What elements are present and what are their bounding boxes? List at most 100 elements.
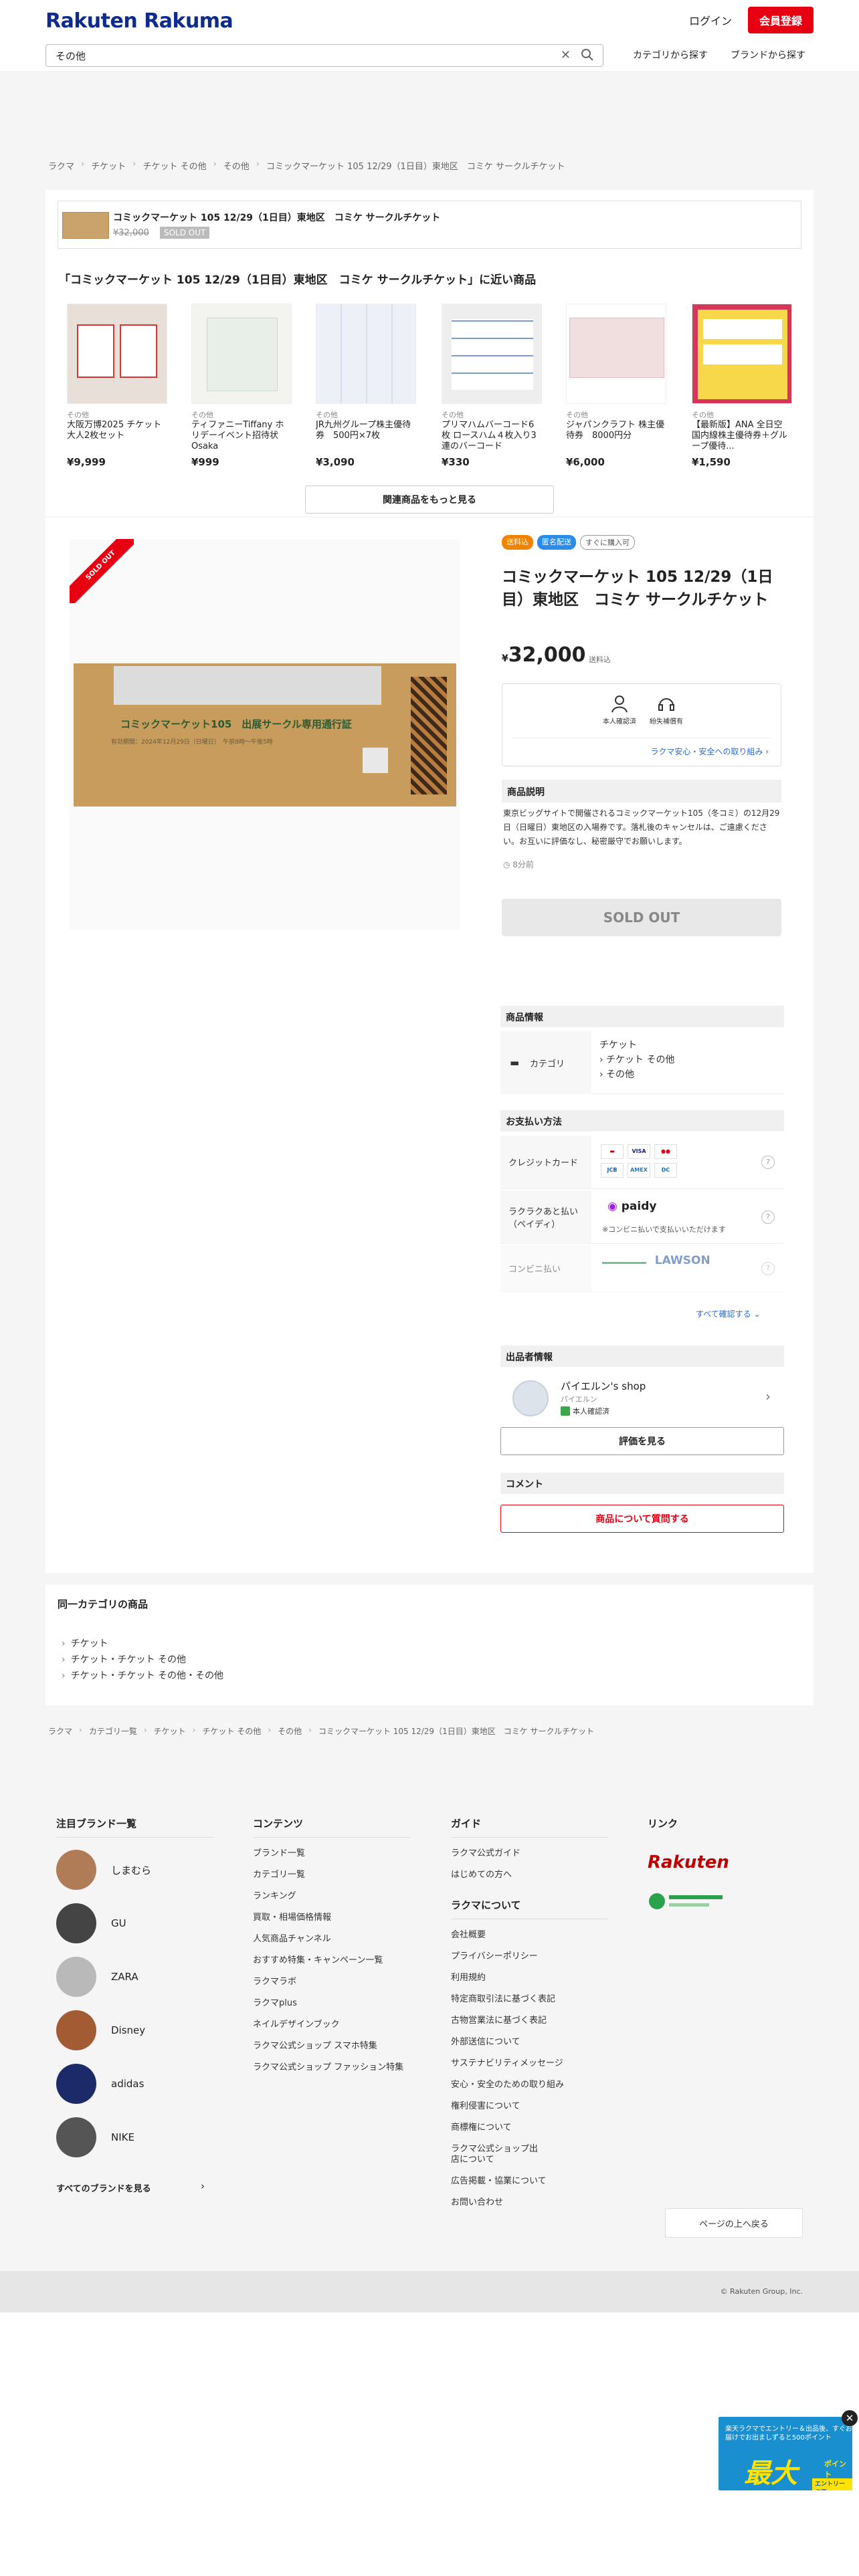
similar-item-name: 【最新版】ANA 全日空 国内線株主優待券＋グループ優待... [692, 420, 791, 451]
help-icon[interactable]: ? [761, 1155, 775, 1169]
seller-verified: 本人確認済 [561, 1406, 609, 1416]
similar-item[interactable]: その他 プリマハムバーコード6枚 ロースハム４枚入り3連のバーコード ¥330 [442, 304, 542, 468]
see-all-payments-link[interactable]: すべて確認する ⌄ [696, 1308, 761, 1319]
breadcrumb-item[interactable]: その他 [223, 159, 250, 172]
category-values: チケット › チケット その他 › その他 [599, 1038, 675, 1082]
footer-link[interactable]: ラクマ公式ショップ出店について [451, 2144, 538, 2165]
breadcrumb-item[interactable]: ラクマ [48, 159, 74, 172]
breadcrumb-item[interactable]: チケット その他 [142, 159, 206, 172]
breadcrumb-item[interactable]: チケット [91, 159, 126, 172]
footer-link[interactable]: サステナビリティメッセージ [451, 2058, 609, 2069]
footer-link[interactable]: 安心・安全のための取り組み [451, 2080, 609, 2090]
category-link[interactable]: › チケット その他 [599, 1055, 675, 1065]
trust-badge-icon[interactable] [648, 1890, 727, 1913]
rakuma-logo[interactable]: Rakuten Rakuma [45, 9, 233, 33]
similar-item-category: その他 [442, 411, 464, 419]
search-input[interactable]: その他 ✕ [45, 44, 603, 67]
same-category-link[interactable]: チケット・チケット その他・その他 [62, 1668, 223, 1684]
brand-item[interactable]: adidas [56, 2057, 214, 2111]
footer-link[interactable]: お問い合わせ [451, 2197, 609, 2208]
footer-link[interactable]: ラクマ公式ガイド [451, 1848, 609, 1859]
footer-link[interactable]: カテゴリ一覧 [253, 1870, 411, 1881]
footer-link[interactable]: 権利侵害について [451, 2101, 609, 2112]
back-to-top-button[interactable]: ページの上へ戻る [665, 2208, 803, 2238]
footer-link[interactable]: ラクマ公式ショップ ファッション特集 [253, 2062, 411, 2073]
mini-item-bar[interactable]: コミックマーケット 105 12/29（1日目）東地区 コミケ サークルチケット… [58, 201, 801, 249]
seller-avatar [512, 1380, 549, 1416]
footer-link[interactable]: ネイルデザインブック [253, 2020, 411, 2030]
footer-link[interactable]: 外部送信について [451, 2037, 609, 2048]
footer-link[interactable]: おすすめ特集・キャンペーン一覧 [253, 1955, 411, 1966]
similar-item-category: その他 [566, 411, 588, 419]
breadcrumb-item[interactable]: カテゴリ一覧 [89, 1725, 137, 1737]
close-icon[interactable]: ✕ [842, 2410, 858, 2426]
footer-links: リンク [648, 1816, 803, 1837]
footer-link[interactable]: プライバシーポリシー [451, 1951, 609, 1962]
brand-item[interactable]: NIKE [56, 2111, 214, 2164]
login-link[interactable]: ログイン [689, 12, 732, 28]
similar-item[interactable]: その他 ジャパンクラフト 株主優待券 8000円分 ¥6,000 [566, 304, 666, 468]
category-link[interactable]: チケット [599, 1040, 637, 1051]
footer-link[interactable]: ランキング [253, 1891, 411, 1902]
rakuten-logo[interactable]: Rakuten [648, 1852, 729, 1872]
help-icon[interactable]: ? [761, 1261, 775, 1275]
brand-item[interactable]: ZARA [56, 1950, 214, 2004]
similar-item[interactable]: その他 JR九州グループ株主優待券 500円×7枚 ¥3,090 [316, 304, 416, 468]
footer-link[interactable]: ラクマ公式ショップ スマホ特集 [253, 2041, 411, 2052]
footer-heading: ガイド [451, 1816, 609, 1838]
footer-link[interactable]: 買取・相場価格情報 [253, 1913, 411, 1923]
similar-item-price: ¥6,000 [566, 456, 605, 468]
footer-link[interactable]: 広告掲載・協業について [451, 2176, 609, 2187]
same-category-link[interactable]: チケット [62, 1636, 223, 1652]
footer-link[interactable]: ラクマラボ [253, 1977, 411, 1988]
convenience-logos: LAWSON [602, 1249, 710, 1267]
brand-item[interactable]: GU [56, 1897, 214, 1950]
similar-item[interactable]: その他 【最新版】ANA 全日空 国内線株主優待券＋グループ優待... ¥1,5… [692, 304, 792, 468]
all-brands-link[interactable]: すべてのブランドを見る [56, 2181, 151, 2194]
help-icon[interactable]: ? [761, 1210, 775, 1224]
search-icon[interactable] [580, 47, 595, 62]
similar-item[interactable]: その他 ティファニーTiffany ホリデーイベント招待状 Osaka ¥999 [191, 304, 292, 468]
footer-link[interactable]: 商標権について [451, 2123, 609, 2133]
footer-heading: 注目ブランド一覧 [56, 1816, 214, 1838]
footer-link[interactable]: ラクマplus [253, 1998, 411, 2009]
breadcrumb-item[interactable]: その他 [278, 1725, 302, 1737]
same-category-title: 同一カテゴリの商品 [58, 1598, 149, 1610]
footer-link[interactable]: はじめての方へ [451, 1870, 609, 1881]
promo-banner[interactable]: 楽天ラクマでエントリー＆出品後、すぐお届けでお出ましずると500ポイント 最大1… [719, 2417, 852, 2490]
brand-item[interactable]: しまむら [56, 1843, 214, 1897]
seller-row[interactable]: パイエルン's shop パイエルン 本人確認済 › [500, 1374, 784, 1422]
ticket-graphic: コミックマーケット105 出展サークル専用通行証 有効期間：2024年12月29… [74, 663, 456, 807]
similar-item[interactable]: その他 大阪万博2025 チケット 大人2枚セット ¥9,999 [67, 304, 167, 468]
brand-item[interactable]: Disney [56, 2004, 214, 2057]
safety-box: 本人確認済 紛失補償有 ラクマ安心・安全への取り組み › [502, 683, 781, 766]
register-button[interactable]: 会員登録 [748, 7, 814, 33]
footer-link[interactable]: ブランド一覧 [253, 1848, 411, 1859]
nav-brand-link[interactable]: ブランドから探す [731, 48, 805, 62]
clear-icon[interactable]: ✕ [561, 48, 571, 62]
brand-avatar [56, 2117, 96, 2157]
footer-link[interactable]: 特定商取引法に基づく表記 [451, 1994, 609, 2005]
similar-item-image [692, 304, 792, 404]
search-input-value: その他 [56, 49, 86, 62]
review-button[interactable]: 評価を見る [500, 1427, 784, 1455]
similar-item-name: ティファニーTiffany ホリデーイベント招待状 Osaka [191, 420, 284, 451]
same-category-list: チケット チケット・チケット その他 チケット・チケット その他・その他 [62, 1636, 223, 1684]
similar-item-price: ¥999 [191, 456, 219, 468]
safety-link[interactable]: ラクマ安心・安全への取り組み › [650, 746, 769, 757]
breadcrumb-item[interactable]: チケット [154, 1725, 186, 1737]
footer-link[interactable]: 古物営業法に基づく表記 [451, 2016, 609, 2026]
chevron-right-icon: › [765, 1388, 771, 1404]
seller-handle: パイエルン [561, 1395, 597, 1404]
category-link[interactable]: › その他 [599, 1069, 634, 1080]
footer-link[interactable]: 会社概要 [451, 1930, 609, 1941]
footer-link[interactable]: 利用規約 [451, 1973, 609, 1983]
more-related-button[interactable]: 関連商品をもっと見る [305, 486, 554, 514]
breadcrumb-item[interactable]: チケット その他 [202, 1725, 261, 1737]
nav-category-link[interactable]: カテゴリから探す [633, 48, 708, 62]
same-category-link[interactable]: チケット・チケット その他 [62, 1652, 223, 1668]
breadcrumb-item[interactable]: ラクマ [48, 1725, 72, 1737]
footer-link[interactable]: 人気商品チャンネル [253, 1934, 411, 1945]
question-button[interactable]: 商品について質問する [500, 1505, 784, 1533]
badge-anonymous: 匿名配送 [537, 535, 576, 550]
